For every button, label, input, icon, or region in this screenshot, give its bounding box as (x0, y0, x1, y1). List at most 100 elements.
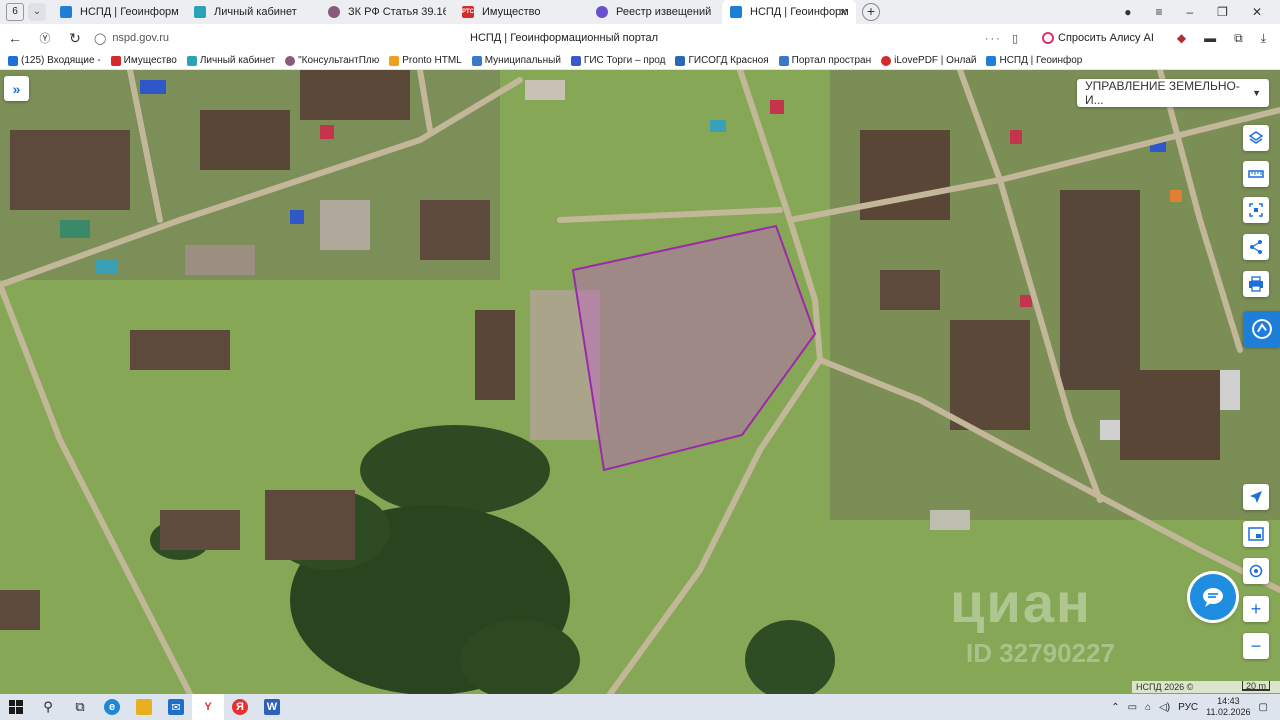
tab-personal-cabinet[interactable]: Личный кабинет (186, 0, 320, 24)
bookmark-label: Личный кабинет (199, 55, 276, 66)
bookmark-municipal[interactable]: Муниципальный (471, 55, 561, 66)
cian-watermark-id: ID 32790227 (966, 638, 1115, 668)
ruler-icon (1248, 170, 1264, 178)
tray-arrow-icon[interactable]: ⌃ (1111, 702, 1119, 713)
word-icon[interactable]: W (256, 694, 288, 720)
mail-icon[interactable]: ✉ (160, 694, 192, 720)
url-field[interactable]: ◯ nspd.gov.ru НСПД | Геоинформационный п… (94, 27, 1024, 49)
gisogd-icon (675, 55, 686, 66)
extension-icons: ◆ ▬ ⧉ ⤓ (1177, 31, 1280, 46)
layers-icon (1248, 131, 1264, 144)
new-tab-button[interactable]: + (862, 3, 880, 21)
clock-date: 11.02.2026 (1206, 707, 1251, 717)
start-button[interactable] (0, 694, 32, 720)
tab-nspd-1[interactable]: НСПД | Геоинформацио (52, 0, 186, 24)
bookmark-gisogd[interactable]: ГИСОГД Красноя (675, 55, 769, 66)
layers-button[interactable] (1243, 125, 1269, 151)
reload-icon[interactable]: ↻ (60, 30, 90, 47)
feedback-button[interactable] (1243, 311, 1280, 347)
bookmark-nspd[interactable]: НСПД | Геоинфор (986, 55, 1082, 66)
bookmark-property[interactable]: Имущество (110, 55, 177, 66)
bookmarks-bar: (125) Входящие - Имущество Личный кабине… (0, 52, 1280, 70)
tab-property[interactable]: РТС Имущество (454, 0, 588, 24)
share-button[interactable] (1243, 234, 1269, 260)
registry-favicon-icon (596, 6, 608, 18)
navigation-arrow-icon (1250, 491, 1262, 503)
ruler-button[interactable] (1243, 161, 1269, 187)
zoom-in-button[interactable]: + (1243, 596, 1269, 622)
tab-list-chevron-icon[interactable]: ⌄ (28, 3, 46, 21)
layer-select-value: УПРАВЛЕНИЕ ЗЕМЕЛЬНО-И... (1085, 79, 1240, 107)
feedback-icon (1251, 319, 1272, 339)
select-area-icon (1249, 203, 1263, 217)
yandex-browser-icon[interactable]: Y (192, 694, 224, 720)
volume-icon[interactable]: ◁) (1159, 702, 1170, 713)
bookmark-consultant[interactable]: "КонсультантПлю (285, 55, 379, 66)
zoom-out-button[interactable]: − (1243, 633, 1269, 659)
consultant-icon (285, 55, 296, 66)
more-dots-icon[interactable]: ··· ▯ (985, 32, 1020, 45)
bookmark-label: НСПД | Геоинфор (999, 55, 1083, 66)
share-icon (1250, 240, 1262, 254)
bookmark-label: Имущество (123, 55, 177, 66)
task-view-icon[interactable]: ⧉ (64, 694, 96, 720)
tab-zk-rf[interactable]: ЗК РФ Статья 39.16. Осно (320, 0, 454, 24)
layer-select-dropdown[interactable]: УПРАВЛЕНИЕ ЗЕМЕЛЬНО-И... ▼ (1077, 79, 1269, 107)
edge-browser-icon[interactable]: e (96, 694, 128, 720)
network-icon[interactable]: ⌂ (1145, 702, 1151, 713)
expand-panel-button[interactable]: » (4, 76, 29, 101)
chat-button[interactable] (1190, 574, 1236, 620)
clock[interactable]: 14:43 11.02.2026 (1206, 696, 1250, 718)
plus-icon: + (1250, 598, 1262, 619)
map-canvas[interactable]: циан ID 32790227 » УПРАВЛЕНИЕ ЗЕМЕЛЬНО-И… (0, 70, 1280, 694)
bookmark-ilovepdf[interactable]: iLovePDF | Онлай (881, 55, 976, 66)
rts-icon (110, 55, 121, 66)
minimize-icon[interactable]: – (1186, 5, 1193, 19)
restore-icon[interactable]: ❐ (1217, 5, 1228, 19)
profile-icon[interactable]: ● (1124, 5, 1131, 19)
url-text: nspd.gov.ru (112, 32, 169, 44)
minimap-icon (1248, 527, 1264, 541)
bookmark-pronto[interactable]: Pronto HTML (389, 55, 462, 66)
menu-icon[interactable]: ≡ (1155, 5, 1162, 19)
minus-icon: − (1250, 635, 1262, 656)
collections-icon[interactable]: ⧉ (1234, 31, 1243, 46)
close-window-icon[interactable]: ✕ (1252, 5, 1262, 19)
select-area-button[interactable] (1243, 197, 1269, 223)
map-attribution: НСПД 2026 © 20 m (1132, 681, 1280, 693)
address-bar: ← Ⓨ ↻ ◯ nspd.gov.ru НСПД | Геоинформацио… (0, 24, 1280, 52)
ask-alice-button[interactable]: Спросить Алису AI (1036, 28, 1160, 48)
language-indicator[interactable]: РУС (1178, 702, 1198, 713)
alice-icon (1042, 32, 1054, 44)
bookmark-label: Портал простран (791, 55, 872, 66)
bookmark-label: "КонсультантПлю (298, 55, 380, 66)
geolocation-button[interactable] (1243, 558, 1269, 584)
dropdown-caret-icon: ▼ (1252, 88, 1261, 98)
battery-icon[interactable]: ▭ (1128, 702, 1137, 713)
notifications-icon[interactable]: ▢ (1259, 702, 1268, 713)
bookmark-gis-torgi[interactable]: ГИС Торги – прод (570, 55, 665, 66)
shield-icon[interactable]: ▬ (1204, 31, 1216, 46)
tab-notice-registry[interactable]: Реестр извещений (588, 0, 722, 24)
back-arrow-icon[interactable]: ← (0, 30, 30, 46)
locate-button[interactable] (1243, 484, 1269, 510)
bookmark-cabinet[interactable]: Личный кабинет (186, 55, 276, 66)
yandex-icon[interactable]: Я (224, 694, 256, 720)
extension-icon[interactable]: ◆ (1177, 31, 1186, 46)
tab-label: Имущество (482, 6, 541, 18)
search-icon[interactable]: ⚲ (32, 694, 64, 720)
yandex-home-icon[interactable]: Ⓨ (30, 30, 60, 46)
rts-favicon-icon: РТС (462, 6, 474, 18)
file-explorer-icon[interactable] (128, 694, 160, 720)
print-button[interactable] (1243, 271, 1269, 297)
municipal-icon (471, 55, 482, 66)
bookmark-inbox[interactable]: (125) Входящие - (8, 55, 101, 66)
tab-close-icon[interactable]: ✕ (839, 6, 848, 19)
tab-nspd-active[interactable]: НСПД | Геоинформаци ✕ (722, 0, 856, 24)
tab-count-button[interactable]: 6 (6, 3, 24, 21)
bookmark-label: ГИСОГД Красноя (688, 55, 769, 66)
minimap-button[interactable] (1243, 521, 1269, 547)
bookmark-portal[interactable]: Портал простран (778, 55, 872, 66)
site-info-icon[interactable]: ◯ (94, 32, 106, 45)
download-icon[interactable]: ⤓ (1261, 31, 1266, 46)
